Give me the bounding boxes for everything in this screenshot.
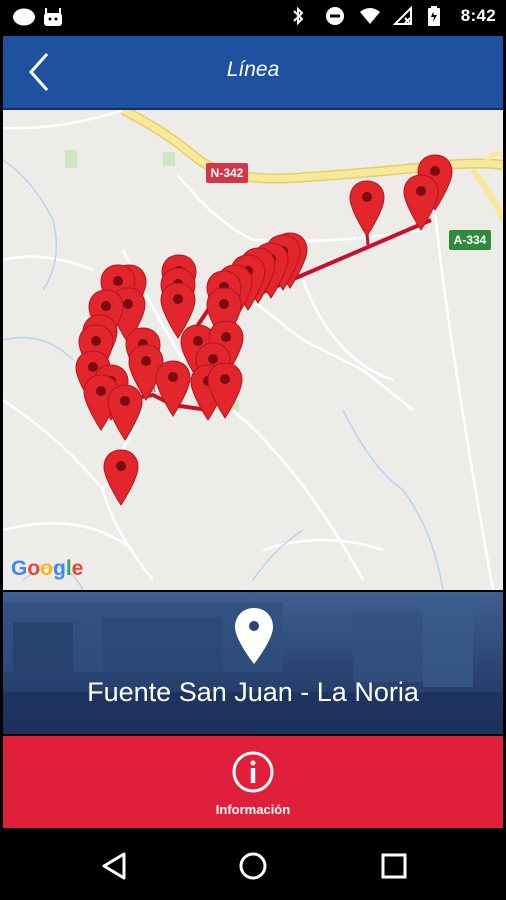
page-title: Línea	[226, 58, 280, 81]
no-signal-icon	[392, 5, 413, 26]
route-name: Fuente San Juan - La Noria	[87, 677, 419, 707]
bluetooth-icon	[291, 6, 311, 26]
route-map[interactable]: N-342 A-334 Ka Google	[3, 110, 503, 590]
info-label: Información	[215, 802, 291, 817]
nav-home-button[interactable]	[235, 848, 271, 884]
park-area	[163, 152, 175, 166]
android-icon	[42, 7, 62, 27]
status-time: 8:42	[460, 6, 496, 25]
park-area	[65, 150, 77, 168]
message-icon	[12, 7, 35, 27]
nav-back-button[interactable]	[96, 848, 132, 884]
wifi-icon	[359, 6, 380, 26]
svg-text:N-342: N-342	[211, 166, 244, 180]
system-nav-bar	[0, 830, 506, 900]
info-circle-icon	[232, 751, 274, 793]
battery-icon	[427, 6, 447, 26]
info-button[interactable]: Información	[3, 736, 503, 828]
svg-text:A-334: A-334	[454, 233, 487, 247]
road-label-n342: N-342	[206, 163, 248, 183]
triangle-back-icon	[102, 852, 126, 880]
road-label-a334: A-334	[449, 230, 491, 250]
circle-home-icon	[239, 852, 267, 880]
location-pin-icon	[235, 608, 273, 664]
route-banner: Fuente San Juan - La Noria	[3, 592, 503, 734]
nav-recents-button[interactable]	[376, 848, 412, 884]
app-header: Línea	[3, 36, 503, 110]
map-canvas[interactable]: N-342 A-334 Ka Google	[3, 110, 503, 590]
square-recents-icon	[381, 853, 407, 879]
status-bar: 8:42	[0, 0, 506, 36]
google-attribution: Google	[11, 557, 83, 580]
do-not-disturb-icon	[325, 6, 345, 26]
